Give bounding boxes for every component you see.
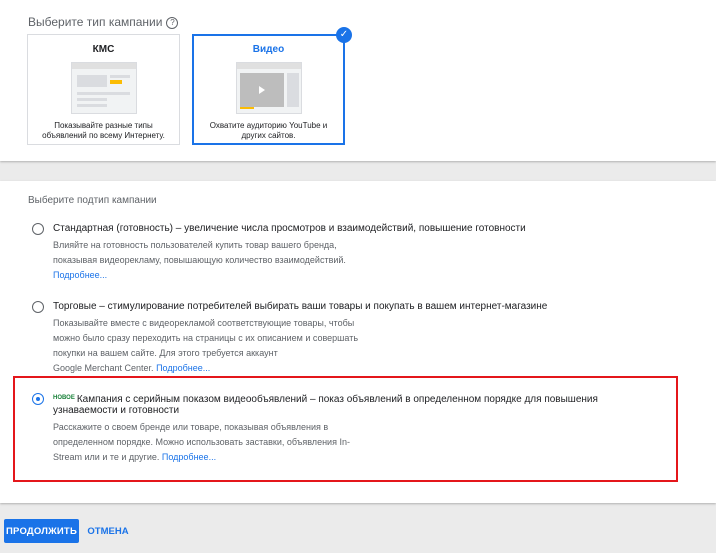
card-title: КМС xyxy=(92,44,115,55)
description-line: Расскажите о своем бренде или товаре, по… xyxy=(53,422,329,432)
card-title: Видео xyxy=(252,44,285,55)
description-line: Stream или и те и другие. xyxy=(53,452,160,462)
option-description: Расскажите о своем бренде или товаре, по… xyxy=(53,420,350,465)
campaign-type-card-video[interactable]: Видео Охватите аудиторию YouTube и други… xyxy=(192,27,352,145)
card-description: Показывайте разные типы объявлений по вс… xyxy=(42,121,165,140)
description-line: можно было сразу переходить на страницы … xyxy=(53,333,359,343)
new-badge: НОВОЕ xyxy=(53,395,75,401)
campaign-type-heading: Выберите тип кампании? xyxy=(28,15,179,29)
description-line: Показывайте вместе с видеорекламой соотв… xyxy=(53,318,355,328)
learn-more-link[interactable]: Подробнее... xyxy=(53,270,107,280)
description-line: показывая видеорекламу, повышающую колич… xyxy=(53,255,346,265)
cancel-button[interactable]: ОТМЕНА xyxy=(84,519,132,543)
description-line: покупки на вашем сайте. Для этого требуе… xyxy=(53,348,278,358)
campaign-subtype-title: Выберите подтип кампании xyxy=(28,195,157,206)
option-title-text: Кампания с серийным показом видеообъявле… xyxy=(53,394,598,416)
radio-button[interactable] xyxy=(32,393,44,405)
video-ad-illustration-icon xyxy=(236,62,302,114)
campaign-type-panel: Выберите тип кампании? КМС Показывайте р… xyxy=(0,0,716,161)
display-ad-illustration-icon xyxy=(71,62,137,114)
card-description: Охватите аудиторию YouTube и других сайт… xyxy=(209,121,328,140)
option-description: Показывайте вместе с видеорекламой соотв… xyxy=(53,316,358,376)
continue-button[interactable]: ПРОДОЛЖИТЬ xyxy=(4,519,79,543)
learn-more-link[interactable]: Подробнее... xyxy=(162,452,216,462)
option-title: Торговые – стимулирование потребителей в… xyxy=(53,301,548,312)
radio-button[interactable] xyxy=(32,301,44,313)
description-line: определенном порядке. Можно использовать… xyxy=(53,437,350,447)
campaign-type-title: Выберите тип кампании xyxy=(28,15,163,29)
radio-button[interactable] xyxy=(32,223,44,235)
description-line: Google Merchant Center. xyxy=(53,363,154,373)
option-description: Влияйте на готовность пользователей купи… xyxy=(53,238,346,283)
option-title: НОВОЕ Кампания с серийным показом видеооб… xyxy=(53,393,663,416)
campaign-type-card-kms[interactable]: КМС Показывайте разные типы объявлений п… xyxy=(27,34,180,145)
help-icon[interactable]: ? xyxy=(166,17,179,29)
learn-more-link[interactable]: Подробнее... xyxy=(156,363,210,373)
description-line: Влияйте на готовность пользователей купи… xyxy=(53,240,337,250)
option-title: Стандартная (готовность) – увеличение чи… xyxy=(53,223,526,234)
check-icon: ✓ xyxy=(336,27,352,43)
